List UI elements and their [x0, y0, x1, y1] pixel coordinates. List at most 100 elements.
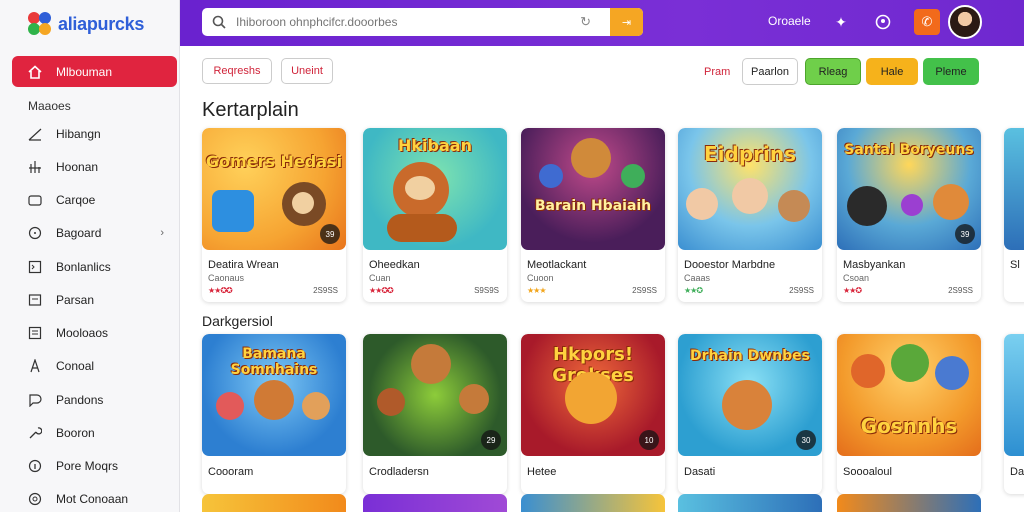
thumbnail-title: Eidprins [703, 142, 796, 166]
sidebar-item-label: Hoonan [56, 160, 99, 174]
pill-filter-2[interactable]: Uneint [281, 58, 333, 84]
top-bar: ↻ ⇥ Oroaele ✦ ✆ [180, 0, 1024, 46]
game-thumbnail: Santal Boryeuns 39 [837, 128, 981, 250]
sidebar-item-7[interactable]: Mooloaos [28, 322, 170, 344]
game-card[interactable]: Hkpors! Grokses 10 Hetee [521, 334, 665, 494]
sidebar-item-8[interactable]: Conoal [28, 355, 170, 377]
play-count: 2S9SS [632, 286, 657, 295]
game-card-peek[interactable] [521, 494, 665, 512]
thumbnail-title: Gosnnhs [860, 414, 958, 438]
game-card-partial[interactable]: Sl [1004, 128, 1024, 302]
game-card[interactable]: Drhain Dwnbes 30 Dasati [678, 334, 822, 494]
refresh-user-icon[interactable] [872, 11, 894, 33]
search-input[interactable] [236, 15, 576, 29]
filter-button-3[interactable]: Hale [866, 58, 918, 85]
game-card[interactable]: Barain Hbaiaih Meotlackant Cuoon ★★★ 2S9… [521, 128, 665, 302]
game-card[interactable]: 29 Crodladersn [363, 334, 507, 494]
game-card[interactable]: Bamana Somnhains Coooram [202, 334, 346, 494]
thumbnail-title: Bamana Somnhains [230, 346, 318, 378]
game-thumbnail: Hkibaan [363, 128, 507, 250]
folder-icon [28, 193, 42, 207]
sidebar-item-label: Conoal [56, 359, 95, 373]
phone-icon[interactable]: ✆ [914, 9, 940, 35]
game-thumbnail: Gosnnhs [837, 334, 981, 456]
game-card[interactable]: Eidprins Dooestor Marbdne Caaas ★★✪ 2S9S… [678, 128, 822, 302]
game-card-peek[interactable] [678, 494, 822, 512]
sidebar-item-12[interactable]: Mot Conoaan [28, 488, 170, 510]
game-card[interactable]: Gomers Hedasi 39 Deatira Wrean Caonaus ★… [202, 128, 346, 302]
thumbnail-title: Drhain Dwnbes [690, 348, 810, 364]
badge: 29 [481, 430, 501, 450]
sidebar-item-label: Pore Moqrs [56, 459, 119, 473]
game-card[interactable]: Hkibaan Oheedkan Cuan ★★✪✪ S9S9S [363, 128, 507, 302]
game-thumbnail: Hkpors! Grokses 10 [521, 334, 665, 456]
game-title: Masbyankan [843, 259, 906, 271]
game-subtitle: Csoan [843, 273, 870, 283]
filter-button-4[interactable]: Pleme [923, 58, 979, 85]
game-card[interactable]: Santal Boryeuns 39 Masbyankan Csoan ★★✪ … [837, 128, 981, 302]
filter-button-2[interactable]: Rleag [805, 58, 861, 85]
sidebar-item-2[interactable]: Hoonan [28, 156, 170, 178]
filter-button-1[interactable]: Paarlon [742, 58, 798, 85]
chart-icon [28, 127, 42, 141]
game-thumbnail [1004, 128, 1024, 250]
rating-stars: ★★★ [527, 286, 546, 295]
rating-stars: ★★✪ [684, 286, 703, 295]
sidebar-item-6[interactable]: Parsan [28, 289, 170, 311]
sidebar-item-10[interactable]: Booron [28, 422, 170, 444]
refresh-icon[interactable]: ↻ [580, 14, 591, 30]
game-card-peek[interactable] [837, 494, 981, 512]
circle-icon [28, 226, 42, 240]
game-subtitle: Cuoon [527, 273, 554, 283]
sidebar-item-4[interactable]: Bagoard › [28, 222, 170, 244]
top-link[interactable]: Oroaele [768, 14, 811, 28]
sidebar-item-11[interactable]: Pore Moqrs [28, 455, 170, 477]
sidebar: aliapurcks Mlbouman Maaoes Hibangn Hoona… [0, 0, 180, 512]
logo-icon [28, 12, 52, 36]
rating-stars: ★★✪ [843, 286, 862, 295]
badge: 39 [320, 224, 340, 244]
puzzle-icon[interactable]: ✦ [830, 11, 852, 33]
sidebar-item-9[interactable]: Pandons [28, 389, 170, 411]
wrench-icon [28, 426, 42, 440]
sidebar-item-label: Booron [56, 426, 95, 440]
sidebar-item-home[interactable]: Mlbouman [12, 56, 177, 87]
logo-text: aliapurcks [58, 13, 145, 34]
sidebar-item-3[interactable]: Carqoe [28, 189, 170, 211]
rating-stars: ★★✪✪ [208, 286, 233, 295]
game-thumbnail: 29 [363, 334, 507, 456]
filter-link[interactable]: Pram [704, 66, 730, 78]
play-count: 2S9SS [313, 286, 338, 295]
game-thumbnail: Bamana Somnhains [202, 334, 346, 456]
game-card-partial[interactable]: Da [1004, 334, 1024, 494]
sidebar-item-label: Mot Conoaan [56, 492, 129, 506]
sidebar-item-label: Mooloaos [56, 326, 109, 340]
game-card-peek[interactable] [202, 494, 346, 512]
game-thumbnail [1004, 334, 1024, 456]
game-title: Soooaloul [843, 466, 892, 478]
game-card[interactable]: Gosnnhs Soooaloul [837, 334, 981, 494]
pill-filter-1[interactable]: Reqreshs [202, 58, 272, 84]
app-logo[interactable]: aliapurcks [28, 12, 144, 36]
search-go-button[interactable]: ⇥ [610, 8, 643, 36]
search-bar: ↻ ⇥ [202, 8, 643, 36]
game-subtitle: Caaas [684, 273, 711, 283]
game-title: Hetee [527, 466, 557, 478]
play-count: 2S9SS [948, 286, 973, 295]
thumbnail-title: Gomers Hedasi [205, 152, 343, 171]
game-thumbnail: Drhain Dwnbes 30 [678, 334, 822, 456]
avatar[interactable] [948, 5, 982, 39]
sidebar-item-5[interactable]: Bonlanlics [28, 256, 170, 278]
game-title: Crodladersn [369, 466, 429, 478]
game-card-peek[interactable] [363, 494, 507, 512]
chat-icon [28, 393, 42, 407]
chevron-right-icon[interactable]: › [160, 227, 164, 239]
game-title: Sl [1010, 259, 1020, 271]
sidebar-item-1[interactable]: Hibangn [28, 123, 170, 145]
bars-icon [28, 160, 42, 174]
game-subtitle: Caonaus [208, 273, 245, 283]
search-icon [212, 15, 226, 29]
badge: 30 [796, 430, 816, 450]
badge: 39 [955, 224, 975, 244]
section-title: Kertarplain [202, 99, 299, 121]
